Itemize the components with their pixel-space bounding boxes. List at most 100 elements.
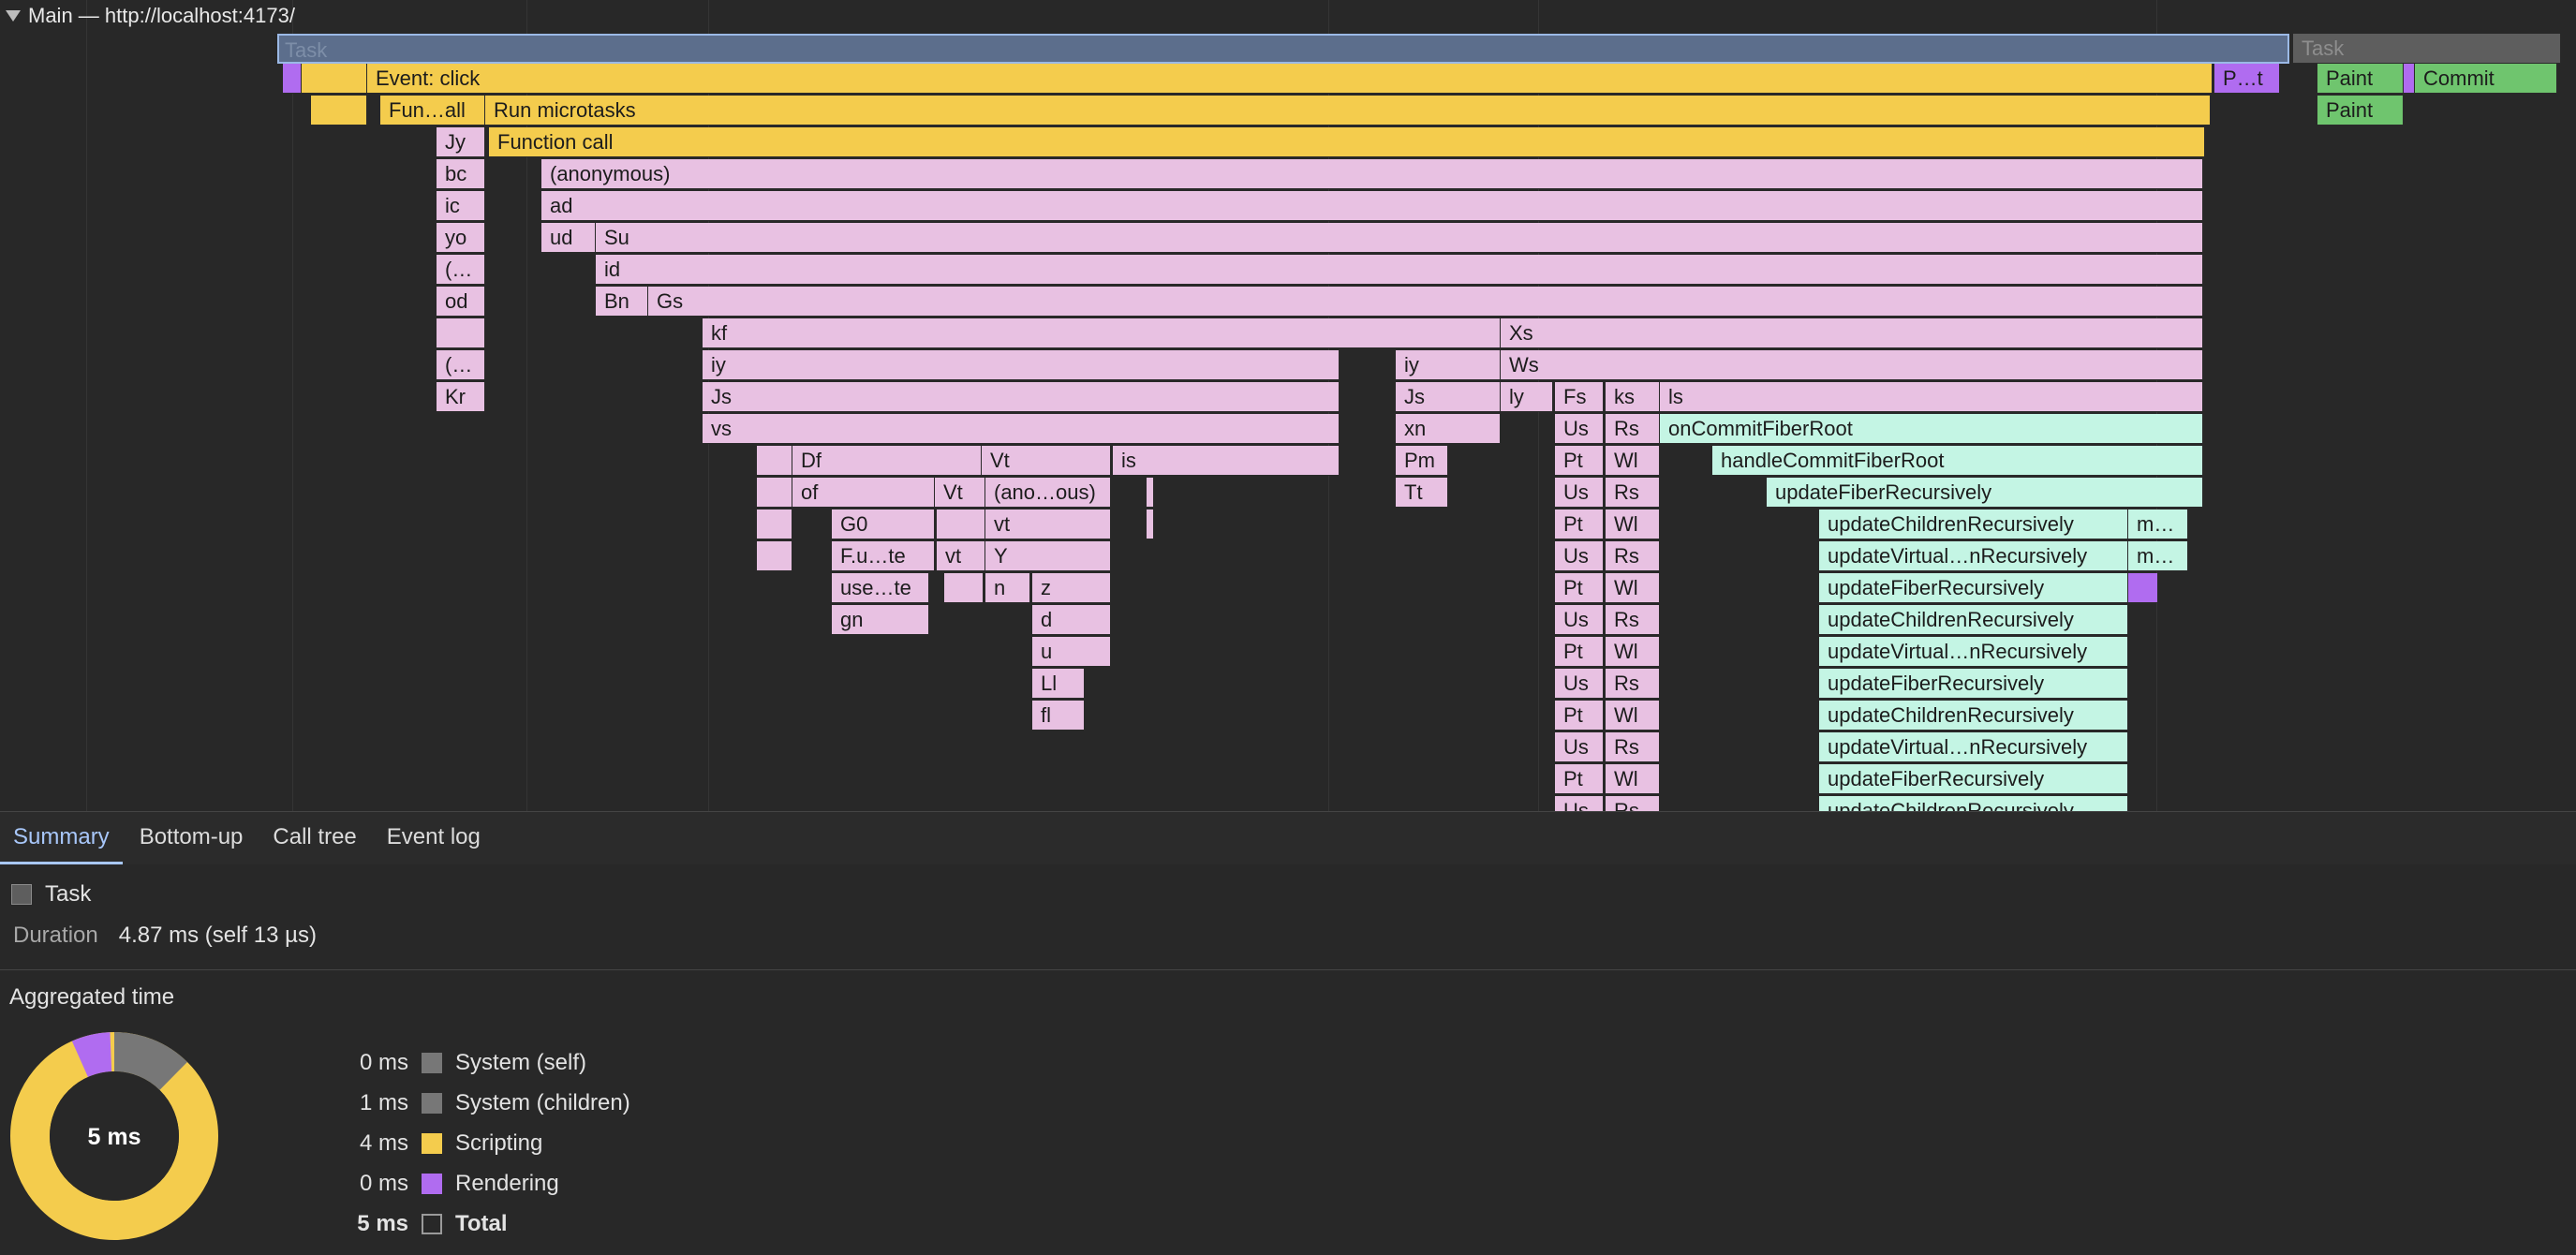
call-frame[interactable]: Jy bbox=[437, 127, 485, 157]
tab-summary[interactable]: Summary bbox=[0, 812, 123, 864]
call-frame[interactable] bbox=[944, 573, 984, 603]
call-frame[interactable]: Us bbox=[1555, 605, 1604, 635]
call-frame[interactable]: Kr bbox=[437, 382, 485, 412]
call-frame[interactable]: Pt bbox=[1555, 637, 1604, 667]
call-frame[interactable]: gn bbox=[832, 605, 929, 635]
call-frame[interactable]: Vt bbox=[982, 446, 1111, 476]
call-frame[interactable]: ly bbox=[1501, 382, 1553, 412]
call-frame[interactable]: iy bbox=[1396, 350, 1501, 380]
call-frame[interactable]: Us bbox=[1555, 478, 1604, 508]
call-frame[interactable]: is bbox=[1113, 446, 1340, 476]
call-frame[interactable]: F.u…te bbox=[832, 541, 935, 571]
call-frame[interactable]: ic bbox=[437, 191, 485, 221]
call-frame[interactable]: m… bbox=[2128, 509, 2188, 539]
call-frame[interactable]: Gs bbox=[648, 287, 2203, 317]
call-frame[interactable]: m… bbox=[2128, 541, 2188, 571]
call-frame[interactable]: ks bbox=[1606, 382, 1660, 412]
paint-bar[interactable]: Paint bbox=[2317, 96, 2404, 126]
call-frame[interactable]: (ano…ous) bbox=[985, 478, 1111, 508]
call-frame[interactable]: Rs bbox=[1606, 478, 1660, 508]
call-frame[interactable]: Js bbox=[703, 382, 1340, 412]
call-frame[interactable]: Vt bbox=[935, 478, 985, 508]
microtask-slice[interactable] bbox=[311, 96, 367, 126]
run-microtasks-bar[interactable]: Run microtasks bbox=[485, 96, 2211, 126]
call-frame[interactable]: yo bbox=[437, 223, 485, 253]
update-virtual-recursively-frame[interactable]: updateVirtual…nRecursively bbox=[1819, 541, 2128, 571]
call-frame[interactable]: iy bbox=[703, 350, 1340, 380]
call-frame[interactable]: Su bbox=[596, 223, 2203, 253]
call-frame[interactable]: Wl bbox=[1606, 637, 1660, 667]
collapse-triangle-icon[interactable] bbox=[6, 10, 21, 22]
event-click-bar[interactable]: Event: click bbox=[367, 64, 2213, 94]
call-frame[interactable]: kf bbox=[703, 318, 1501, 348]
commit-bar[interactable]: Commit bbox=[2415, 64, 2557, 94]
call-frame[interactable]: id bbox=[596, 255, 2203, 285]
call-frame[interactable]: Us bbox=[1555, 541, 1604, 571]
call-frame[interactable]: (… bbox=[437, 255, 485, 285]
render-slice[interactable] bbox=[283, 64, 302, 94]
tab-bottom-up[interactable]: Bottom-up bbox=[126, 812, 257, 864]
event-slice[interactable] bbox=[302, 64, 367, 94]
update-fiber-recursively-frame[interactable]: updateFiberRecursively bbox=[1819, 573, 2128, 603]
call-frame[interactable]: d bbox=[1032, 605, 1111, 635]
call-frame[interactable]: Us bbox=[1555, 732, 1604, 762]
paint-t-bar[interactable]: P…t bbox=[2214, 64, 2280, 94]
call-frame[interactable]: Pt bbox=[1555, 509, 1604, 539]
call-frame[interactable]: Df bbox=[792, 446, 982, 476]
render-slice[interactable] bbox=[2404, 64, 2415, 94]
update-fiber-recursively-frame[interactable]: updateFiberRecursively bbox=[1819, 669, 2128, 699]
update-children-recursively-frame[interactable]: updateChildrenRecursively bbox=[1819, 509, 2128, 539]
update-children-recursively-frame[interactable]: updateChildrenRecursively bbox=[1819, 701, 2128, 731]
call-frame[interactable]: bc bbox=[437, 159, 485, 189]
call-frame[interactable]: G0 bbox=[832, 509, 935, 539]
call-frame[interactable]: Wl bbox=[1606, 509, 1660, 539]
call-frame[interactable]: Xs bbox=[1501, 318, 2203, 348]
call-frame[interactable]: Wl bbox=[1606, 446, 1660, 476]
call-frame[interactable]: Pt bbox=[1555, 701, 1604, 731]
call-frame[interactable]: Js bbox=[1396, 382, 1501, 412]
call-frame[interactable] bbox=[1147, 509, 1154, 539]
call-frame[interactable]: od bbox=[437, 287, 485, 317]
on-commit-fiber-root-frame[interactable]: onCommitFiberRoot bbox=[1660, 414, 2203, 444]
update-children-recursively-frame[interactable]: updateChildrenRecursively bbox=[1819, 796, 2128, 811]
call-frame[interactable]: Ll bbox=[1032, 669, 1085, 699]
call-frame[interactable]: Rs bbox=[1606, 414, 1660, 444]
call-frame[interactable]: Fs bbox=[1555, 382, 1604, 412]
update-virtual-recursively-frame[interactable]: updateVirtual…nRecursively bbox=[1819, 732, 2128, 762]
call-frame[interactable]: u bbox=[1032, 637, 1111, 667]
call-frame[interactable]: Rs bbox=[1606, 669, 1660, 699]
call-frame[interactable]: Rs bbox=[1606, 541, 1660, 571]
call-frame[interactable] bbox=[937, 509, 985, 539]
call-frame[interactable] bbox=[757, 446, 792, 476]
call-frame[interactable]: Pt bbox=[1555, 764, 1604, 794]
function-call-bar[interactable]: Function call bbox=[489, 127, 2205, 157]
call-frame[interactable]: xn bbox=[1396, 414, 1501, 444]
call-frame[interactable]: n bbox=[985, 573, 1030, 603]
update-virtual-recursively-frame[interactable]: updateVirtual…nRecursively bbox=[1819, 637, 2128, 667]
call-frame[interactable]: (… bbox=[437, 350, 485, 380]
call-frame[interactable] bbox=[437, 318, 485, 348]
handle-commit-fiber-root-frame[interactable]: handleCommitFiberRoot bbox=[1712, 446, 2203, 476]
call-frame[interactable]: Bn bbox=[596, 287, 648, 317]
call-frame[interactable]: vt bbox=[985, 509, 1111, 539]
update-fiber-recursively-frame[interactable]: updateFiberRecursively bbox=[1767, 478, 2203, 508]
call-frame[interactable]: Ws bbox=[1501, 350, 2203, 380]
update-fiber-recursively-frame[interactable]: updateFiberRecursively bbox=[1819, 764, 2128, 794]
tab-call-tree[interactable]: Call tree bbox=[259, 812, 369, 864]
call-frame[interactable] bbox=[757, 541, 792, 571]
call-frame[interactable]: Pm bbox=[1396, 446, 1448, 476]
call-frame[interactable]: z bbox=[1032, 573, 1111, 603]
call-frame[interactable]: fl bbox=[1032, 701, 1085, 731]
update-children-recursively-frame[interactable]: updateChildrenRecursively bbox=[1819, 605, 2128, 635]
task-bar[interactable]: Task bbox=[2293, 34, 2561, 64]
flame-chart[interactable]: Main — http://localhost:4173/ Task Task … bbox=[0, 0, 2576, 811]
call-frame[interactable]: ud bbox=[541, 223, 596, 253]
function-all-bar[interactable]: Fun…all bbox=[380, 96, 485, 126]
call-frame[interactable]: Pt bbox=[1555, 573, 1604, 603]
call-frame[interactable]: Wl bbox=[1606, 764, 1660, 794]
call-frame[interactable]: Wl bbox=[1606, 573, 1660, 603]
anonymous-frame[interactable]: (anonymous) bbox=[541, 159, 2203, 189]
call-frame[interactable]: Rs bbox=[1606, 732, 1660, 762]
call-frame[interactable]: Pt bbox=[1555, 446, 1604, 476]
call-frame[interactable]: ad bbox=[541, 191, 2203, 221]
